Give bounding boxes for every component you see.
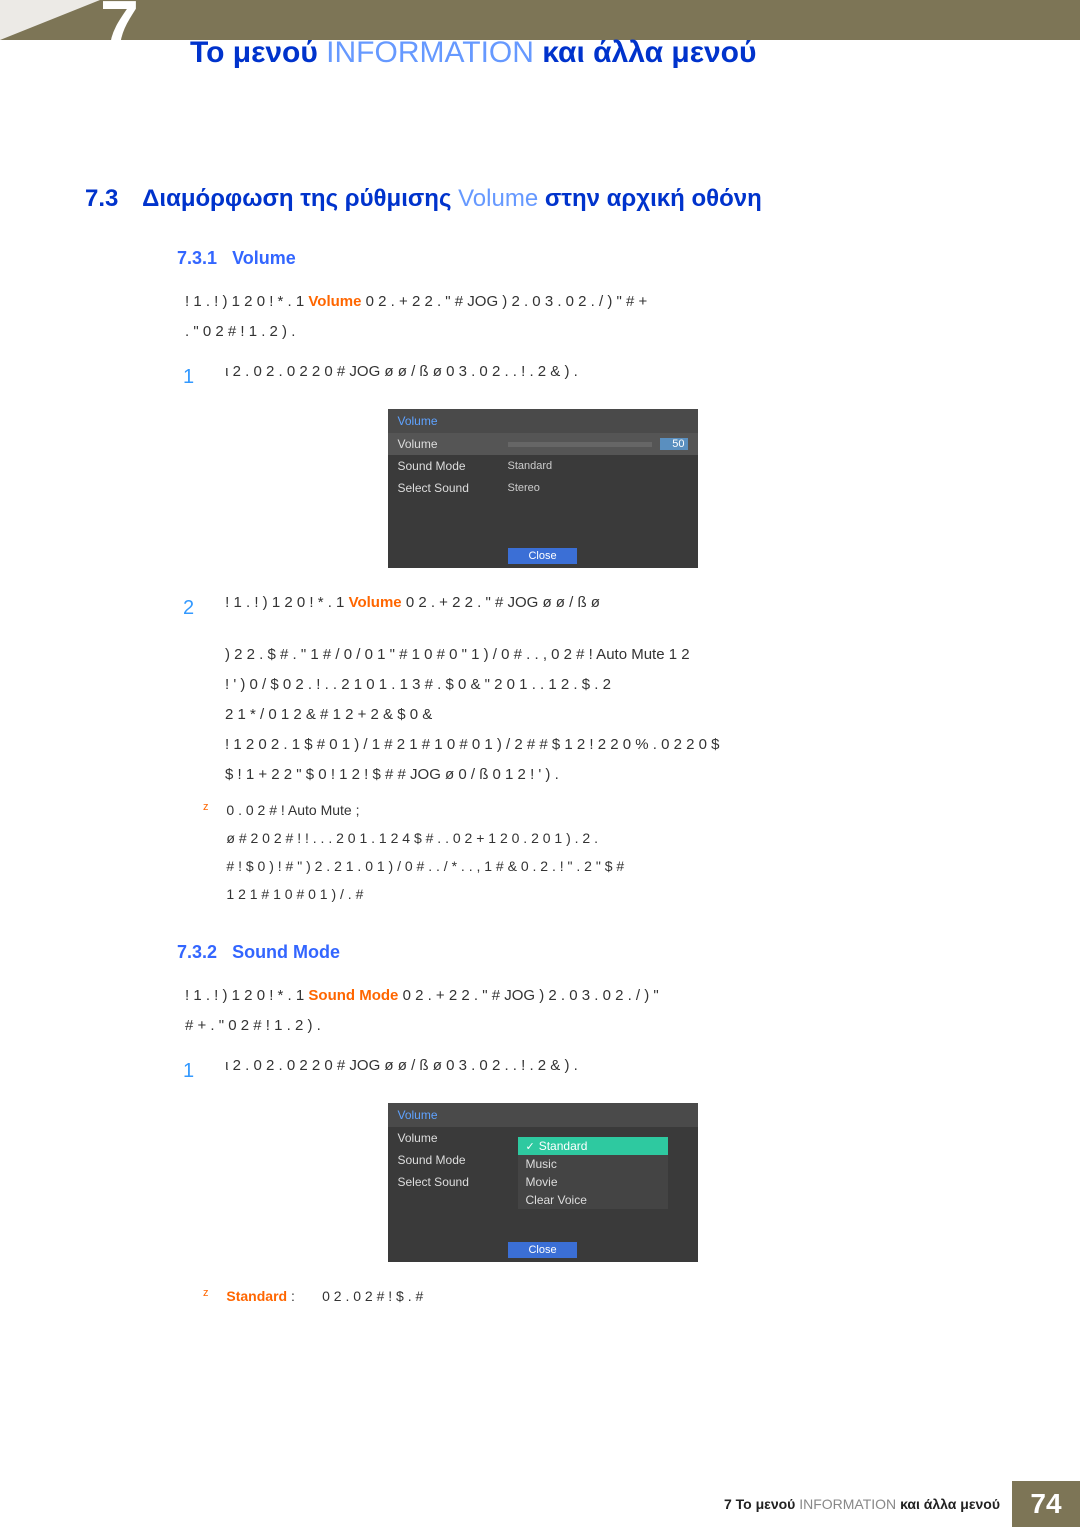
section-number: 7.3 — [85, 185, 118, 212]
step-number: 1 — [183, 1051, 201, 1091]
volume-value: 50 — [660, 438, 688, 450]
bullet-icon: z — [203, 796, 209, 818]
osd-close-row: Close — [388, 1237, 698, 1262]
osd-spacer — [388, 499, 698, 543]
step-text: ι 2 . 0 2 . 0 2 2 0 # JOG ø ø / ß ø 0 3 … — [225, 1051, 965, 1081]
page-number: 74 — [1012, 1481, 1080, 1527]
close-button[interactable]: Close — [508, 1242, 576, 1258]
osd-row-sound-mode[interactable]: Sound Mode Standard — [388, 455, 698, 477]
subsection-num: 7.3.1 — [177, 248, 217, 268]
intro-paragraph-731: ! 1 . ! ) 1 2 0 ! * . 1 Volume 0 2 . + 2… — [185, 287, 1000, 347]
osd-header: Volume — [388, 409, 698, 433]
footer-caption: 7 Το μενού INFORMATION και άλλα μενού — [724, 1496, 1000, 1512]
step-2-731: 2 ! 1 . ! ) 1 2 0 ! * . 1 Volume 0 2 . +… — [183, 588, 1000, 628]
step-1-731: 1 ι 2 . 0 2 . 0 2 2 0 # JOG ø ø / ß ø 0 … — [183, 357, 1000, 397]
subsection-731-heading: 7.3.1 Volume — [177, 248, 1000, 269]
osd-row-volume[interactable]: Volume 50 — [388, 433, 698, 455]
osd-row-select-sound[interactable]: Select Sound Stereo — [388, 477, 698, 499]
chapter-title-mid: INFORMATION — [326, 36, 534, 69]
bullet-icon: z — [203, 1282, 209, 1304]
header-corner-decoration — [0, 0, 100, 40]
chapter-title-prefix: Το μενού — [190, 36, 318, 69]
section-suffix: στην αρχική οθόνη — [545, 185, 762, 212]
header-bar — [0, 0, 1080, 40]
step-text: ! 1 . ! ) 1 2 0 ! * . 1 Volume 0 2 . + 2… — [225, 588, 965, 618]
chapter-title: Το μενού INFORMATION και άλλα μενού — [190, 36, 756, 70]
chapter-number-large: 7 — [100, 0, 139, 50]
page-footer: 7 Το μενού INFORMATION και άλλα μενού 74 — [0, 1481, 1080, 1527]
step-1-732: 1 ι 2 . 0 2 . 0 2 2 0 # JOG ø ø / ß ø 0 … — [183, 1051, 1000, 1091]
osd-volume-menu: Volume Volume 50 Sound Mode Standard Sel… — [388, 409, 698, 568]
check-icon: ✓ — [526, 1141, 535, 1153]
sound-mode-dropdown[interactable]: ✓Standard Music Movie Clear Voice — [518, 1137, 668, 1209]
option-movie[interactable]: Movie — [518, 1173, 668, 1191]
section-mid: Volume — [458, 185, 538, 212]
osd-close-row: Close — [388, 543, 698, 568]
subsection-title: Sound Mode — [232, 942, 340, 962]
chapter-title-suffix: και άλλα μενού — [542, 36, 756, 69]
bullet-732-standard: z Standard : 0 2 . 0 2 # ! $ . # — [203, 1282, 1000, 1310]
step-number: 2 — [183, 588, 201, 628]
option-clear-voice[interactable]: Clear Voice — [518, 1191, 668, 1209]
subsection-732-heading: 7.3.2 Sound Mode — [177, 942, 1000, 963]
volume-slider[interactable] — [508, 442, 652, 447]
osd-header: Volume — [388, 1103, 698, 1127]
subsection-title: Volume — [232, 248, 296, 268]
section-prefix: Διαμόρφωση της ρύθμισης — [142, 185, 451, 212]
option-standard[interactable]: ✓Standard — [518, 1137, 668, 1155]
close-button[interactable]: Close — [508, 548, 576, 564]
bullet-731: z 0 . 0 2 # ! Auto Mute ; ø # 2 0 2 # ! … — [203, 796, 1000, 908]
step-number: 1 — [183, 357, 201, 397]
section-heading: 7.3 Διαμόρφωση της ρύθμισης Volume στην … — [85, 185, 1000, 213]
page-content: 7.3 Διαμόρφωση της ρύθμισης Volume στην … — [85, 185, 1000, 1310]
option-music[interactable]: Music — [518, 1155, 668, 1173]
subsection-num: 7.3.2 — [177, 942, 217, 962]
note-block-731: ) 2 2 . $ # . " 1 # / 0 / 0 1 " # 1 0 # … — [225, 640, 1000, 790]
intro-paragraph-732: ! 1 . ! ) 1 2 0 ! * . 1 Sound Mode 0 2 .… — [185, 981, 1000, 1041]
osd-sound-mode-menu: Volume Volume Sound Mode Select Sound ✓S… — [388, 1103, 698, 1262]
step-text: ι 2 . 0 2 . 0 2 2 0 # JOG ø ø / ß ø 0 3 … — [225, 357, 965, 387]
